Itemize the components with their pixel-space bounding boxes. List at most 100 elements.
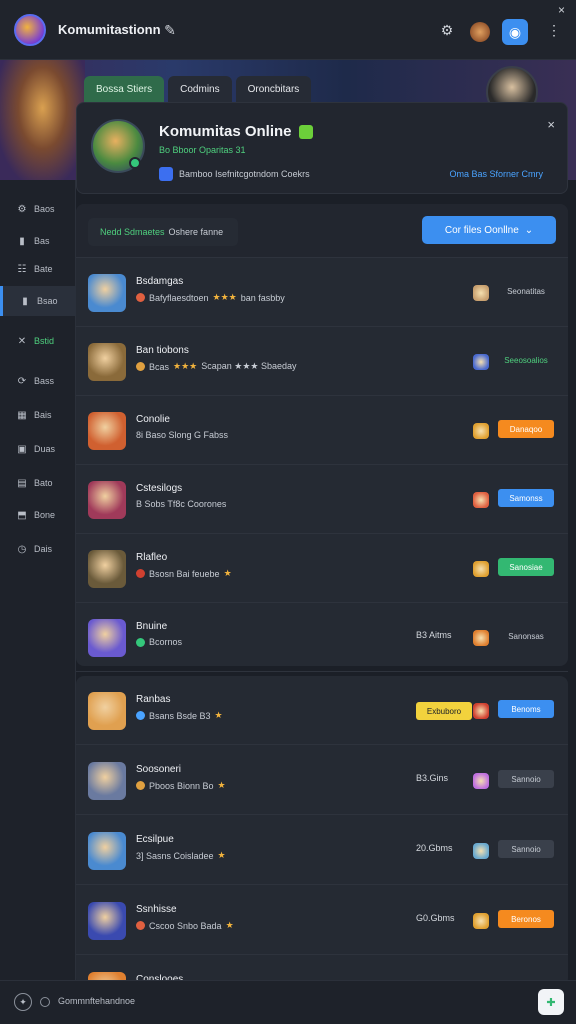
table-row[interactable]: Soosoneri Pboos Bionn Bo ★ B3.Gins Sannoio: [76, 746, 568, 815]
game-icon: [473, 423, 489, 439]
row-subtitle: B Sobs Tf8c Coorones: [136, 499, 227, 509]
calendar-icon: ▣: [17, 443, 27, 455]
row-subtitle: Pboos Bionn Bo ★: [136, 780, 226, 791]
sidebar-item-9[interactable]: ⬒ Bone: [0, 500, 76, 530]
status-dot-icon: [136, 637, 145, 647]
status-dot-icon: [136, 293, 145, 302]
status-dot-icon: [136, 711, 145, 720]
row-avatar: [88, 343, 126, 381]
settings-icon[interactable]: ⚙: [437, 20, 457, 40]
table-row[interactable]: Ssnhisse Cscoo Snbo Bada ★ G0.Gbms Beronos: [76, 886, 568, 955]
game-icon: [473, 913, 489, 929]
table-row[interactable]: Rlafleo Bsosn Bai feuebe ★ Sanosiae: [76, 534, 568, 603]
row-action-button[interactable]: Beronos: [498, 910, 554, 928]
row-subtitle: 3] Sasns Coisladee ★: [136, 850, 226, 861]
sidebar-item-5[interactable]: ⟳ Bass: [0, 366, 76, 396]
app-logo: [14, 14, 46, 46]
star-rating: ★: [223, 568, 232, 578]
row-subtitle: Bafyflaesdtoen ★★★ ban fasbby: [136, 292, 285, 303]
row-action-button[interactable]: Sanonsas: [498, 627, 554, 645]
row-action-button[interactable]: Sannoio: [498, 770, 554, 788]
row-action-button[interactable]: Benoms: [498, 700, 554, 718]
star-rating: ★: [217, 850, 226, 860]
table-row[interactable]: Cstesilogs B Sobs Tf8c Coorones Samonss: [76, 465, 568, 534]
row-title: Bnuine: [136, 621, 168, 632]
refresh-icon: ⟳: [17, 375, 27, 387]
table-row[interactable]: Bsdamgas Bafyflaesdtoen ★★★ ban fasbby Seona…: [76, 258, 568, 327]
game-icon: [473, 492, 489, 508]
sidebar-item-7[interactable]: ▣ Duas: [0, 434, 76, 464]
verified-badge-icon: [299, 125, 313, 139]
status-dot-icon: [136, 781, 145, 790]
row-title: Conolie: [136, 414, 170, 425]
user-avatar[interactable]: [470, 22, 490, 42]
status-dot-icon: [136, 362, 145, 371]
users-icon: ☷: [17, 263, 27, 275]
game-icon: [473, 630, 489, 646]
filter-dropdown[interactable]: Cor files Oonllne ⌄: [422, 216, 556, 244]
table-row[interactable]: Ecsilpue 3] Sasns Coisladee ★ 20.Gbms Sannoi…: [76, 816, 568, 885]
community-meta-text: Bamboo Isefnitcgotndom Coekrs: [179, 169, 310, 179]
game-icon: [473, 843, 489, 859]
table-row[interactable]: Ban tiobons Bcas ★★★ Scapan ★★★ Sbaeday Seeo…: [76, 327, 568, 396]
row-title: Ecsilpue: [136, 834, 174, 845]
sidebar-item-8[interactable]: ▤ Bato: [0, 468, 76, 498]
compass-icon[interactable]: ✦: [14, 993, 32, 1011]
sidebar-item-6[interactable]: ▦ Bais: [0, 400, 76, 430]
megaphone-icon[interactable]: ✎: [160, 20, 180, 40]
footer-label: Gommnftehandnoe: [58, 996, 136, 1006]
sidebar-item-2[interactable]: ☷ Bate: [0, 254, 76, 284]
star-rating: ★: [217, 780, 226, 790]
game-icon: [473, 703, 489, 719]
sidebar-item-3[interactable]: ▮ Bsao: [0, 286, 76, 316]
tab-1[interactable]: Codmins: [168, 76, 232, 102]
tab-0[interactable]: Bossa Stiers: [84, 76, 165, 102]
members-panel-2: Ranbas Bsans Bsde B3 ★ Exbuboro Benoms Sooson…: [76, 676, 568, 986]
row-count: 20.Gbms: [416, 843, 453, 853]
row-action-button[interactable]: Danaqoo: [498, 420, 554, 438]
discord-button[interactable]: ◉: [502, 19, 528, 45]
row-action-button[interactable]: Sannoio: [498, 840, 554, 858]
table-row[interactable]: Ranbas Bsans Bsde B3 ★ Exbuboro Benoms: [76, 676, 568, 745]
sidebar-item-0[interactable]: ⚙ Baos: [0, 194, 76, 224]
card-close-button[interactable]: ×: [547, 117, 555, 132]
game-icon: [473, 561, 489, 577]
star-rating: ★: [225, 920, 234, 930]
stats-icon: ▮: [19, 235, 25, 247]
row-avatar: [88, 274, 126, 312]
community-status[interactable]: Oma Bas Sforner Cmry: [449, 169, 543, 179]
plus-icon: ✚: [546, 996, 556, 1009]
game-icon: [473, 773, 489, 789]
filter-chip[interactable]: Nedd Sdmaetes Oshere fanne: [88, 218, 238, 246]
status-dot-icon: [136, 569, 145, 578]
row-avatar: [88, 902, 126, 940]
sidebar-item-10[interactable]: ◷ Dais: [0, 534, 76, 564]
footer-action-button[interactable]: ✚: [538, 989, 564, 1015]
row-title: Bsdamgas: [136, 276, 184, 287]
more-menu-icon[interactable]: ⋮: [544, 20, 564, 40]
row-action-button[interactable]: Samonss: [498, 489, 554, 507]
online-status-dot: [129, 157, 141, 169]
sidebar-item-4[interactable]: ✕ Bstid: [0, 326, 76, 356]
game-icon: [473, 285, 489, 301]
table-row[interactable]: Conolie 8i Baso Slong G Fabss Danaqoo: [76, 396, 568, 465]
row-subtitle: Bsans Bsde B3 ★: [136, 710, 223, 721]
row-avatar: [88, 692, 126, 730]
banner-hero-art: [0, 60, 85, 180]
row-action-button[interactable]: Sanosiae: [498, 558, 554, 576]
top-bar: Komumitastionn ✎ ⚙ ◉ ⋮ ×: [0, 0, 576, 60]
window-close-button[interactable]: ×: [558, 3, 565, 17]
row-subtitle: Bsosn Bai feuebe ★: [136, 568, 232, 579]
sidebar-item-1[interactable]: ▮ Bas: [0, 226, 76, 256]
app-title: Komumitastionn: [58, 22, 161, 37]
clock-icon: ◷: [17, 543, 27, 555]
row-title: Rlafleo: [136, 552, 168, 563]
tab-2[interactable]: Oroncbitars: [235, 76, 312, 102]
chevron-down-icon: ⌄: [524, 224, 534, 236]
table-row[interactable]: Bnuine Bcornos B3 Aitms Sanonsas: [76, 603, 568, 672]
community-meta: Bamboo Isefnitcgotndom Coekrs: [159, 167, 310, 181]
row-action-button[interactable]: Seeosoalios: [498, 351, 554, 369]
star-rating: ★★★: [173, 361, 198, 371]
row-title: Soosoneri: [136, 764, 182, 775]
row-action-button[interactable]: Seonatitas: [498, 282, 554, 300]
